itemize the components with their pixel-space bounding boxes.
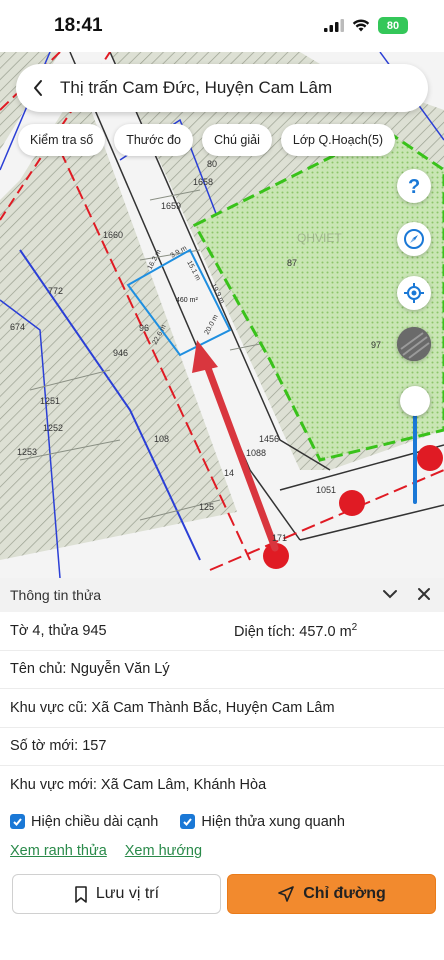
back-button[interactable] (16, 64, 60, 112)
status-time: 18:41 (54, 15, 103, 36)
svg-text:?: ? (408, 176, 420, 196)
signal-icon (324, 19, 344, 32)
parcel-label: 772 (48, 286, 63, 296)
bookmark-icon (75, 885, 87, 903)
opacity-slider-handle[interactable] (400, 386, 430, 416)
chip-planning-layers[interactable]: Lớp Q.Hoạch(5) (280, 124, 396, 156)
parcel-area-label: 460 m² (176, 297, 198, 304)
parcel-label: 80 (207, 159, 217, 169)
parcel-label: 96 (139, 323, 149, 333)
parcel-label: 1251 (40, 396, 60, 406)
compass-icon (404, 229, 424, 249)
satellite-layer-icon (397, 327, 431, 361)
parcel-label: 87 (287, 258, 297, 268)
new-sheet-row: Số tờ mới: 157 (0, 728, 444, 766)
links-row: Xem ranh thửa Xem hướng (0, 839, 444, 863)
locate-icon (404, 283, 424, 303)
parcel-label: 108 (154, 434, 169, 444)
parcel-label: 1658 (193, 177, 213, 187)
wifi-icon (352, 19, 370, 32)
checkbox-show-edges[interactable] (10, 814, 25, 829)
chip-check-number[interactable]: Kiểm tra số (18, 124, 106, 156)
panel-actions (382, 586, 432, 602)
check-icon (183, 818, 193, 826)
map-watermark: QHVIET (297, 231, 342, 245)
question-icon: ? (408, 176, 420, 196)
status-bar: 18:41 80 (0, 0, 444, 52)
show-edges-label[interactable]: Hiện chiều dài cạnh (31, 814, 158, 830)
close-icon[interactable] (416, 586, 432, 602)
check-icon (13, 818, 22, 826)
owner-row: Tên chủ: Nguyễn Văn Lý (0, 651, 444, 689)
parcel-label: 171 (272, 533, 287, 543)
location-header: Thị trấn Cam Đức, Huyện Cam Lâm (16, 64, 428, 112)
parcel-label: 14 (224, 468, 234, 478)
parcel-label: 1088 (246, 448, 266, 458)
new-area: Khu vực mới: Xã Cam Lâm, Khánh Hòa (10, 777, 267, 794)
old-area-row: Khu vực cũ: Xã Cam Thành Bắc, Huyện Cam … (0, 689, 444, 728)
compass-button[interactable] (397, 222, 431, 256)
locate-button[interactable] (397, 276, 431, 310)
status-icons: 80 (324, 17, 408, 34)
parcel-label: 1456 (259, 434, 279, 444)
parcel-label: 1252 (43, 423, 63, 433)
view-direction-link[interactable]: Xem hướng (125, 843, 202, 859)
map-toolbar: Kiểm tra số Thước đo Chú giải Lớp Q.Hoạc… (18, 124, 396, 156)
parcel-label: 674 (10, 322, 25, 332)
new-sheet: Số tờ mới: 157 (10, 738, 107, 755)
parcel-label: 125 (199, 502, 214, 512)
parcel-label: 946 (113, 348, 128, 358)
old-area: Khu vực cũ: Xã Cam Thành Bắc, Huyện Cam … (10, 699, 335, 716)
help-button[interactable]: ? (397, 169, 431, 203)
chip-ruler[interactable]: Thước đo (114, 124, 193, 156)
view-boundary-link[interactable]: Xem ranh thửa (10, 843, 107, 859)
navigation-icon (278, 886, 295, 902)
parcel-area: Diện tích: 457.0 m2 (234, 621, 358, 640)
road-node (339, 490, 365, 516)
panel-title: Thông tin thửa (10, 587, 102, 603)
show-neighbors-label[interactable]: Hiện thửa xung quanh (201, 814, 345, 830)
save-location-button[interactable]: Lưu vị trí (12, 874, 221, 914)
panel-header: Thông tin thửa (0, 578, 444, 612)
chip-legend[interactable]: Chú giải (202, 124, 272, 156)
parcel-number: Tờ 4, thửa 945 (10, 622, 107, 639)
parcel-label: 1660 (103, 230, 123, 240)
parcel-label: 1051 (316, 485, 336, 495)
directions-button[interactable]: Chỉ đường (227, 874, 436, 914)
location-title: Thị trấn Cam Đức, Huyện Cam Lâm (60, 78, 333, 97)
parcel-label: 97 (371, 340, 381, 350)
options-row: Hiện chiều dài cạnh Hiện thửa xung quanh (0, 805, 444, 839)
save-location-label: Lưu vị trí (95, 885, 160, 902)
action-buttons: Lưu vị trí Chỉ đường (12, 874, 436, 914)
owner-name: Tên chủ: Nguyễn Văn Lý (10, 661, 170, 678)
new-area-row: Khu vực mới: Xã Cam Lâm, Khánh Hòa (0, 766, 444, 805)
battery-indicator: 80 (378, 17, 408, 34)
checkbox-show-neighbors[interactable] (180, 814, 196, 829)
parcel-label: 1659 (161, 201, 181, 211)
road-node (417, 445, 443, 471)
satellite-layer-button[interactable] (397, 327, 431, 361)
parcel-row: Tờ 4, thửa 945 Diện tích: 457.0 m2 (0, 612, 444, 651)
chevron-left-icon (34, 80, 42, 96)
parcel-info-panel: Thông tin thửa Tờ 4, thửa 945 Diện tích:… (0, 578, 444, 960)
chevron-down-icon[interactable] (382, 586, 398, 602)
directions-label: Chỉ đường (303, 885, 386, 902)
parcel-label: 1253 (17, 447, 37, 457)
